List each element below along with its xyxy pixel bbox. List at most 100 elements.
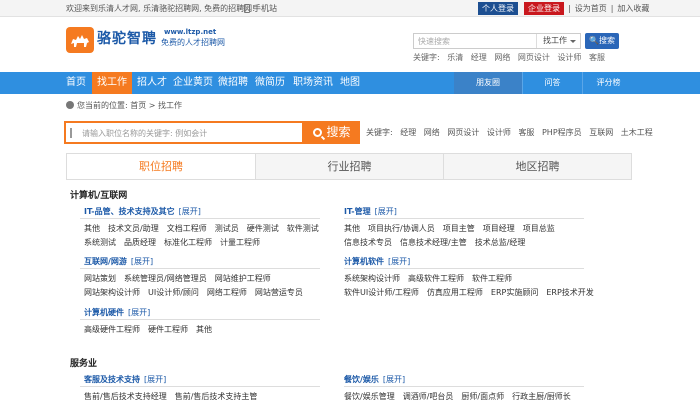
job-link[interactable]: 信息技术专员 bbox=[344, 238, 392, 247]
job-link[interactable]: 网站策划 bbox=[84, 274, 116, 283]
job-link[interactable]: 系统架构设计师 bbox=[344, 274, 400, 283]
expand-link[interactable]: [展开] bbox=[179, 207, 201, 216]
job-link[interactable]: 项目经理 bbox=[483, 224, 515, 233]
job-link[interactable]: 网络工程师 bbox=[207, 288, 247, 297]
hot-keyword[interactable]: 经理 bbox=[471, 53, 487, 62]
job-link[interactable]: 其他 bbox=[196, 325, 212, 334]
nav-qa[interactable]: 问答 bbox=[522, 72, 582, 94]
keyword-link[interactable]: 客服 bbox=[518, 128, 534, 137]
category-title[interactable]: 计算机硬件 [展开] bbox=[84, 307, 150, 318]
job-link[interactable]: 标准化工程师 bbox=[164, 238, 212, 247]
job-link[interactable]: 文档工程师 bbox=[167, 224, 207, 233]
top-search-input[interactable]: 快速搜索 bbox=[418, 36, 450, 47]
job-link[interactable]: 售前/售后技术支持主管 bbox=[175, 392, 258, 401]
job-link[interactable]: 软件UI设计师/工程师 bbox=[344, 288, 419, 297]
nav-item-recruit[interactable]: 招人才 bbox=[137, 72, 167, 94]
bookmark-link[interactable]: 加入收藏 bbox=[617, 4, 649, 13]
tab-region[interactable]: 地区招聘 bbox=[444, 154, 631, 179]
job-link[interactable]: UI设计师/顾问 bbox=[148, 288, 199, 297]
keyword-link[interactable]: 网页设计 bbox=[447, 128, 479, 137]
keyword-link[interactable]: 土木工程 bbox=[621, 128, 653, 137]
category-title[interactable]: 互联网/网游 [展开] bbox=[84, 256, 153, 267]
job-link[interactable]: 硬件测试 bbox=[247, 224, 279, 233]
job-link[interactable]: 测试员 bbox=[215, 224, 239, 233]
job-link[interactable]: 计量工程师 bbox=[220, 238, 260, 247]
category-title[interactable]: IT-品管、技术支持及其它 [展开] bbox=[84, 206, 201, 217]
keyword-link[interactable]: 经理 bbox=[400, 128, 416, 137]
nav-item-micro-recruit[interactable]: 微招聘 bbox=[218, 72, 248, 94]
hot-keyword[interactable]: 客服 bbox=[589, 53, 605, 62]
nav-item-home[interactable]: 首页 bbox=[66, 72, 86, 94]
divider bbox=[80, 268, 320, 269]
job-link[interactable]: 其他 bbox=[344, 224, 360, 233]
set-home-link[interactable]: 设为首页 bbox=[575, 4, 607, 13]
job-row: 网站策划 系统管理员/网络管理员 网站维护工程师 bbox=[84, 273, 279, 284]
category-title[interactable]: IT-管理 [展开] bbox=[344, 206, 397, 217]
job-link[interactable]: 系统测试 bbox=[84, 238, 116, 247]
category-title[interactable]: 餐饮/娱乐 [展开] bbox=[344, 374, 405, 385]
hot-keyword[interactable]: 设计师 bbox=[557, 53, 581, 62]
job-link[interactable]: 信息技术经理/主管 bbox=[400, 238, 467, 247]
job-link[interactable]: 仿真应用工程师 bbox=[427, 288, 483, 297]
job-link[interactable]: 调酒师/吧台员 bbox=[403, 392, 454, 401]
job-link[interactable]: 品质经理 bbox=[124, 238, 156, 247]
job-link[interactable]: 高级硬件工程师 bbox=[84, 325, 140, 334]
top-search-type-select[interactable]: 找工作 bbox=[536, 34, 580, 48]
tab-job-category[interactable]: 职位招聘 bbox=[67, 154, 256, 179]
keyword-link[interactable]: PHP程序员 bbox=[542, 128, 582, 137]
hot-keyword[interactable]: 乐清 bbox=[447, 53, 463, 62]
job-link[interactable]: 售前/售后技术支持经理 bbox=[84, 392, 167, 401]
personal-login-button[interactable]: 个人登录 bbox=[478, 2, 518, 15]
job-link[interactable]: 项目总监 bbox=[523, 224, 555, 233]
job-link[interactable]: ERP技术开发 bbox=[546, 288, 593, 297]
camel-logo-icon bbox=[66, 27, 94, 53]
expand-link[interactable]: [展开] bbox=[375, 207, 397, 216]
job-link[interactable]: 软件测试 bbox=[287, 224, 319, 233]
expand-link[interactable]: [展开] bbox=[383, 375, 405, 384]
job-search-input[interactable]: 请输入职位名称的关键字: 例如会计 bbox=[82, 128, 207, 139]
site-logo[interactable]: 骆驼智聘 www.ltzp.net 免费的人才招聘网 bbox=[66, 27, 225, 63]
nav-item-career-news[interactable]: 职场资讯 bbox=[293, 72, 333, 94]
search-icon bbox=[313, 128, 323, 137]
expand-link[interactable]: [展开] bbox=[131, 257, 153, 266]
nav-item-micro-resume[interactable]: 微简历 bbox=[255, 72, 285, 94]
job-link[interactable]: 厨师/面点师 bbox=[461, 392, 504, 401]
job-link[interactable]: 餐饮/娱乐管理 bbox=[344, 392, 395, 401]
job-link[interactable]: ERP实施顾问 bbox=[491, 288, 538, 297]
job-link[interactable]: 高级软件工程师 bbox=[408, 274, 464, 283]
nav-item-map[interactable]: 地图 bbox=[340, 72, 360, 94]
keyword-link[interactable]: 设计师 bbox=[487, 128, 511, 137]
job-link[interactable]: 网站营运专员 bbox=[255, 288, 303, 297]
breadcrumb-home[interactable]: 首页 bbox=[130, 101, 146, 110]
job-link[interactable]: 项目主管 bbox=[443, 224, 475, 233]
hot-keyword[interactable]: 网络 bbox=[494, 53, 510, 62]
job-search-button[interactable]: 搜索 bbox=[304, 121, 360, 144]
hot-label: 关键字: bbox=[413, 53, 440, 62]
nav-item-company-yellowpages[interactable]: 企业黄页 bbox=[173, 72, 213, 94]
job-link[interactable]: 网站架构设计师 bbox=[84, 288, 140, 297]
nav-ranking[interactable]: 评分榜 bbox=[582, 72, 634, 94]
keyword-link[interactable]: 网络 bbox=[424, 128, 440, 137]
tab-industry[interactable]: 行业招聘 bbox=[256, 154, 444, 179]
keyword-link[interactable]: 互联网 bbox=[589, 128, 613, 137]
job-link[interactable]: 行政主厨/厨师长 bbox=[512, 392, 571, 401]
expand-link[interactable]: [展开] bbox=[128, 308, 150, 317]
nav-friends[interactable]: 朋友圈 bbox=[454, 72, 522, 94]
job-link[interactable]: 技术总监/经理 bbox=[475, 238, 526, 247]
job-link[interactable]: 其他 bbox=[84, 224, 100, 233]
hot-keyword[interactable]: 网页设计 bbox=[518, 53, 550, 62]
category-title[interactable]: 客服及技术支持 [展开] bbox=[84, 374, 166, 385]
job-link[interactable]: 系统管理员/网络管理员 bbox=[124, 274, 207, 283]
job-link[interactable]: 技术文员/助理 bbox=[108, 224, 159, 233]
category-title[interactable]: 计算机软件 [展开] bbox=[344, 256, 410, 267]
mobile-site-link[interactable]: 手机站 bbox=[244, 3, 277, 14]
expand-link[interactable]: [展开] bbox=[388, 257, 410, 266]
expand-link[interactable]: [展开] bbox=[144, 375, 166, 384]
nav-item-find-job[interactable]: 找工作 bbox=[92, 72, 132, 94]
job-link[interactable]: 硬件工程师 bbox=[148, 325, 188, 334]
job-link[interactable]: 项目执行/协调人员 bbox=[368, 224, 435, 233]
job-link[interactable]: 网站维护工程师 bbox=[215, 274, 271, 283]
top-search-button[interactable]: 🔍搜索 bbox=[585, 33, 619, 49]
job-link[interactable]: 软件工程师 bbox=[472, 274, 512, 283]
company-login-button[interactable]: 企业登录 bbox=[524, 2, 564, 15]
